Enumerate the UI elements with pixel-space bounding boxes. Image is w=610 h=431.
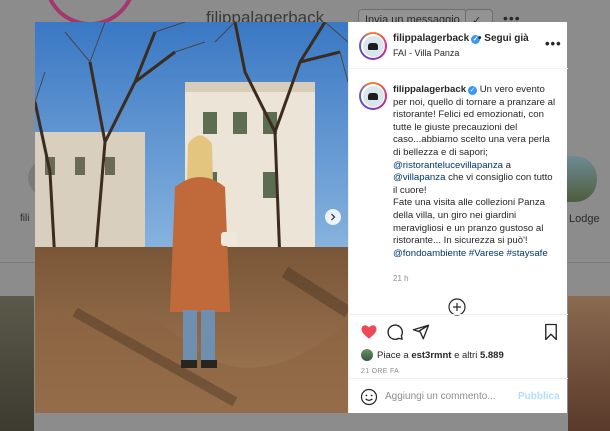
- story-highlight-left-label: fili: [20, 213, 30, 224]
- post-photo[interactable]: [35, 22, 348, 413]
- grid-thumbnail-left[interactable]: [0, 296, 34, 431]
- comment-input[interactable]: [385, 387, 515, 405]
- emoji-icon[interactable]: [360, 388, 378, 406]
- carousel-next-icon[interactable]: [325, 209, 341, 225]
- hashtag-varese[interactable]: #Varese: [469, 248, 504, 259]
- caption-author-avatar[interactable]: [359, 82, 387, 110]
- caption-joiner: a: [503, 159, 512, 171]
- mention-ristorante[interactable]: @ristorantelucevillapanza: [393, 160, 503, 171]
- caption-intro: Un vero evento per noi, quello di tornar…: [393, 84, 556, 158]
- likes-prefix: Piace a: [377, 349, 412, 361]
- post-time: 21 ORE FA: [361, 368, 400, 375]
- post-caption: filippalagerback ✓ Un vero evento per noi…: [393, 84, 559, 260]
- mention-fondoambiente[interactable]: @fondoambiente: [393, 248, 466, 259]
- post-location[interactable]: FAI - Villa Panza: [393, 48, 459, 58]
- follow-status[interactable]: • Segui già: [478, 33, 529, 44]
- author-username[interactable]: filippalagerback ✓: [393, 33, 481, 44]
- hashtag-staysafe[interactable]: #staysafe: [507, 248, 548, 259]
- post-detail-panel: filippalagerback ✓ • Segui già FAI - Vill…: [348, 22, 568, 413]
- liker-username[interactable]: est3rmnt: [411, 350, 451, 361]
- likes-summary[interactable]: Piace a est3rmnt e altri 5.889: [361, 349, 504, 361]
- likes-count[interactable]: 5.889: [480, 350, 504, 361]
- post-header: filippalagerback ✓ • Segui già FAI - Vill…: [349, 22, 568, 69]
- story-highlight-right[interactable]: [567, 156, 597, 202]
- post-actions: Piace a est3rmnt e altri 5.889 21 ORE FA…: [349, 314, 568, 412]
- caption-body2: Fate una visita alle collezioni Panza de…: [393, 197, 545, 247]
- author-avatar[interactable]: [359, 32, 387, 60]
- post-photo-image: [35, 22, 348, 413]
- more-options-icon[interactable]: •••: [545, 36, 562, 51]
- caption-time: 21 h: [393, 274, 409, 283]
- liker-avatar: [361, 349, 373, 361]
- likes-mid: e altri: [451, 349, 480, 361]
- comment-box: Pubblica: [349, 378, 568, 413]
- share-icon[interactable]: [412, 323, 430, 341]
- save-bookmark-icon[interactable]: [542, 323, 560, 341]
- story-highlight-right-label: Lodge: [569, 213, 600, 225]
- comment-icon[interactable]: [386, 323, 404, 341]
- mention-villapanza[interactable]: @villapanza: [393, 172, 445, 183]
- caption-username[interactable]: filippalagerback: [393, 84, 466, 95]
- publish-button[interactable]: Pubblica: [518, 391, 560, 402]
- like-heart-icon[interactable]: [360, 323, 378, 341]
- verified-badge-icon: ✓: [468, 86, 478, 95]
- grid-thumbnail-right[interactable]: [568, 296, 610, 431]
